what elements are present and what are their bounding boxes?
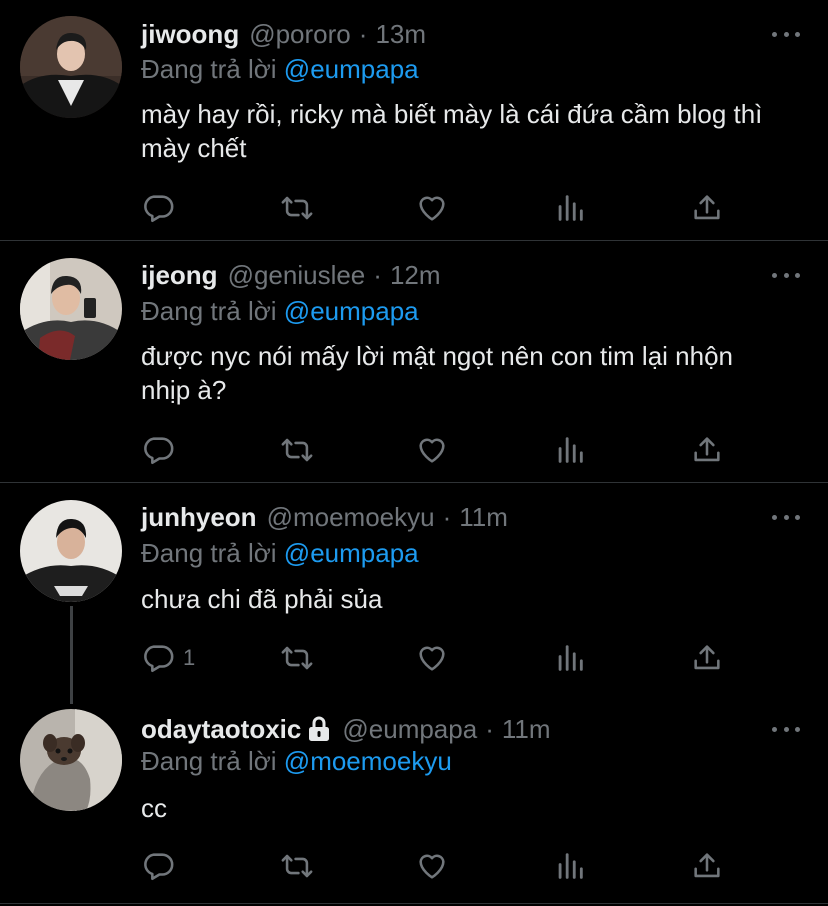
- reply-count: 1: [183, 645, 196, 670]
- replying-to-label: Đang trả lời: [141, 296, 277, 326]
- share-icon: [690, 191, 724, 225]
- replying-to: Đang trả lời @moemoekyu: [141, 744, 452, 778]
- timestamp[interactable]: 12m: [390, 258, 441, 292]
- share-icon: [690, 433, 724, 467]
- replying-to: Đang trả lời @eumpapa: [141, 294, 419, 328]
- tweet-header: jiwoong @pororo · 13m: [141, 17, 768, 51]
- display-name[interactable]: ijeong: [141, 258, 218, 292]
- action-bar: [141, 848, 741, 884]
- more-options-icon[interactable]: [772, 719, 800, 739]
- retweet-button[interactable]: [278, 640, 316, 676]
- display-name[interactable]: junhyeon: [141, 500, 257, 534]
- avatar[interactable]: [20, 500, 122, 602]
- reply-button[interactable]: [141, 432, 183, 468]
- analytics-icon: [553, 641, 587, 675]
- separator-dot: ·: [442, 502, 452, 532]
- replying-to: Đang trả lời @eumpapa: [141, 536, 419, 570]
- avatar[interactable]: [20, 258, 122, 360]
- mention-link[interactable]: @moemoekyu: [284, 746, 452, 776]
- like-button[interactable]: [415, 190, 449, 226]
- avatar[interactable]: [20, 16, 122, 118]
- reply-button[interactable]: [141, 190, 183, 226]
- retweet-button[interactable]: [278, 190, 316, 226]
- action-bar: 1: [141, 640, 741, 676]
- avatar[interactable]: [20, 709, 122, 811]
- separator-dot: ·: [358, 19, 368, 49]
- separator-dot: ·: [373, 260, 382, 290]
- tweet-text: mày hay rồi, ricky mà biết mày là cái đứ…: [141, 99, 763, 163]
- action-bar: [141, 432, 741, 468]
- replying-to: Đang trả lời @eumpapa: [141, 52, 419, 86]
- mention-link[interactable]: @eumpapa: [284, 54, 419, 84]
- retweet-icon: [278, 641, 316, 675]
- retweet-icon: [278, 191, 316, 225]
- tweet-text: chưa chi đã phải sủa: [141, 584, 383, 614]
- analytics-icon: [553, 433, 587, 467]
- heart-icon: [415, 191, 449, 225]
- timestamp[interactable]: 11m: [502, 712, 551, 746]
- analytics-icon: [553, 849, 587, 883]
- views-button[interactable]: [553, 848, 587, 884]
- replying-to-label: Đang trả lời: [141, 746, 277, 776]
- separator-dot: ·: [485, 714, 494, 744]
- heart-icon: [415, 849, 449, 883]
- mention-link[interactable]: @eumpapa: [284, 296, 419, 326]
- reply-icon: [141, 191, 175, 225]
- user-handle[interactable]: @pororo: [249, 17, 351, 51]
- more-options-icon[interactable]: [772, 24, 800, 44]
- lock-icon: [308, 716, 330, 742]
- share-button[interactable]: [690, 432, 724, 468]
- user-handle[interactable]: @geniuslee: [228, 258, 366, 292]
- tweet-header: odaytaotoxic @eumpapa · 11m: [141, 712, 768, 746]
- reply-icon: [141, 849, 175, 883]
- more-options-icon[interactable]: [772, 265, 800, 285]
- timestamp[interactable]: 11m: [459, 500, 508, 534]
- tweet-4[interactable]: odaytaotoxic @eumpapa · 11m Đang trả lời…: [0, 698, 828, 906]
- views-button[interactable]: [553, 190, 587, 226]
- tweet-header: ijeong @geniuslee · 12m: [141, 258, 768, 292]
- reply-button[interactable]: [141, 848, 183, 884]
- share-button[interactable]: [690, 848, 724, 884]
- analytics-icon: [553, 191, 587, 225]
- heart-icon: [415, 433, 449, 467]
- user-handle[interactable]: @eumpapa: [342, 712, 477, 746]
- share-icon: [690, 641, 724, 675]
- divider: [0, 903, 828, 904]
- tweet-2[interactable]: ijeong @geniuslee · 12m Đang trả lời @eu…: [0, 241, 828, 482]
- like-button[interactable]: [415, 432, 449, 468]
- tweet-3[interactable]: junhyeon @moemoekyu · 11m Đang trả lời @…: [0, 483, 828, 698]
- tweet-text: cc: [141, 793, 167, 823]
- share-button[interactable]: [690, 190, 724, 226]
- display-name[interactable]: odaytaotoxic: [141, 712, 301, 746]
- action-bar: [141, 190, 741, 226]
- more-options-icon[interactable]: [772, 507, 800, 527]
- reply-button[interactable]: 1: [141, 640, 195, 676]
- like-button[interactable]: [415, 640, 449, 676]
- user-handle[interactable]: @moemoekyu: [267, 500, 435, 534]
- reply-icon: [141, 641, 175, 675]
- replying-to-label: Đang trả lời: [141, 54, 277, 84]
- tweet-1[interactable]: jiwoong @pororo · 13m Đang trả lời @eump…: [0, 0, 828, 240]
- retweet-button[interactable]: [278, 432, 316, 468]
- views-button[interactable]: [553, 640, 587, 676]
- share-button[interactable]: [690, 640, 724, 676]
- like-button[interactable]: [415, 848, 449, 884]
- reply-icon: [141, 433, 175, 467]
- views-button[interactable]: [553, 432, 587, 468]
- timestamp[interactable]: 13m: [375, 17, 426, 51]
- tweet-header: junhyeon @moemoekyu · 11m: [141, 500, 768, 534]
- mention-link[interactable]: @eumpapa: [284, 538, 419, 568]
- retweet-icon: [278, 849, 316, 883]
- tweet-text: được nyc nói mấy lời mật ngọt nên con ti…: [141, 341, 734, 405]
- share-icon: [690, 849, 724, 883]
- retweet-button[interactable]: [278, 848, 316, 884]
- display-name[interactable]: jiwoong: [141, 17, 239, 51]
- retweet-icon: [278, 433, 316, 467]
- replying-to-label: Đang trả lời: [141, 538, 277, 568]
- heart-icon: [415, 641, 449, 675]
